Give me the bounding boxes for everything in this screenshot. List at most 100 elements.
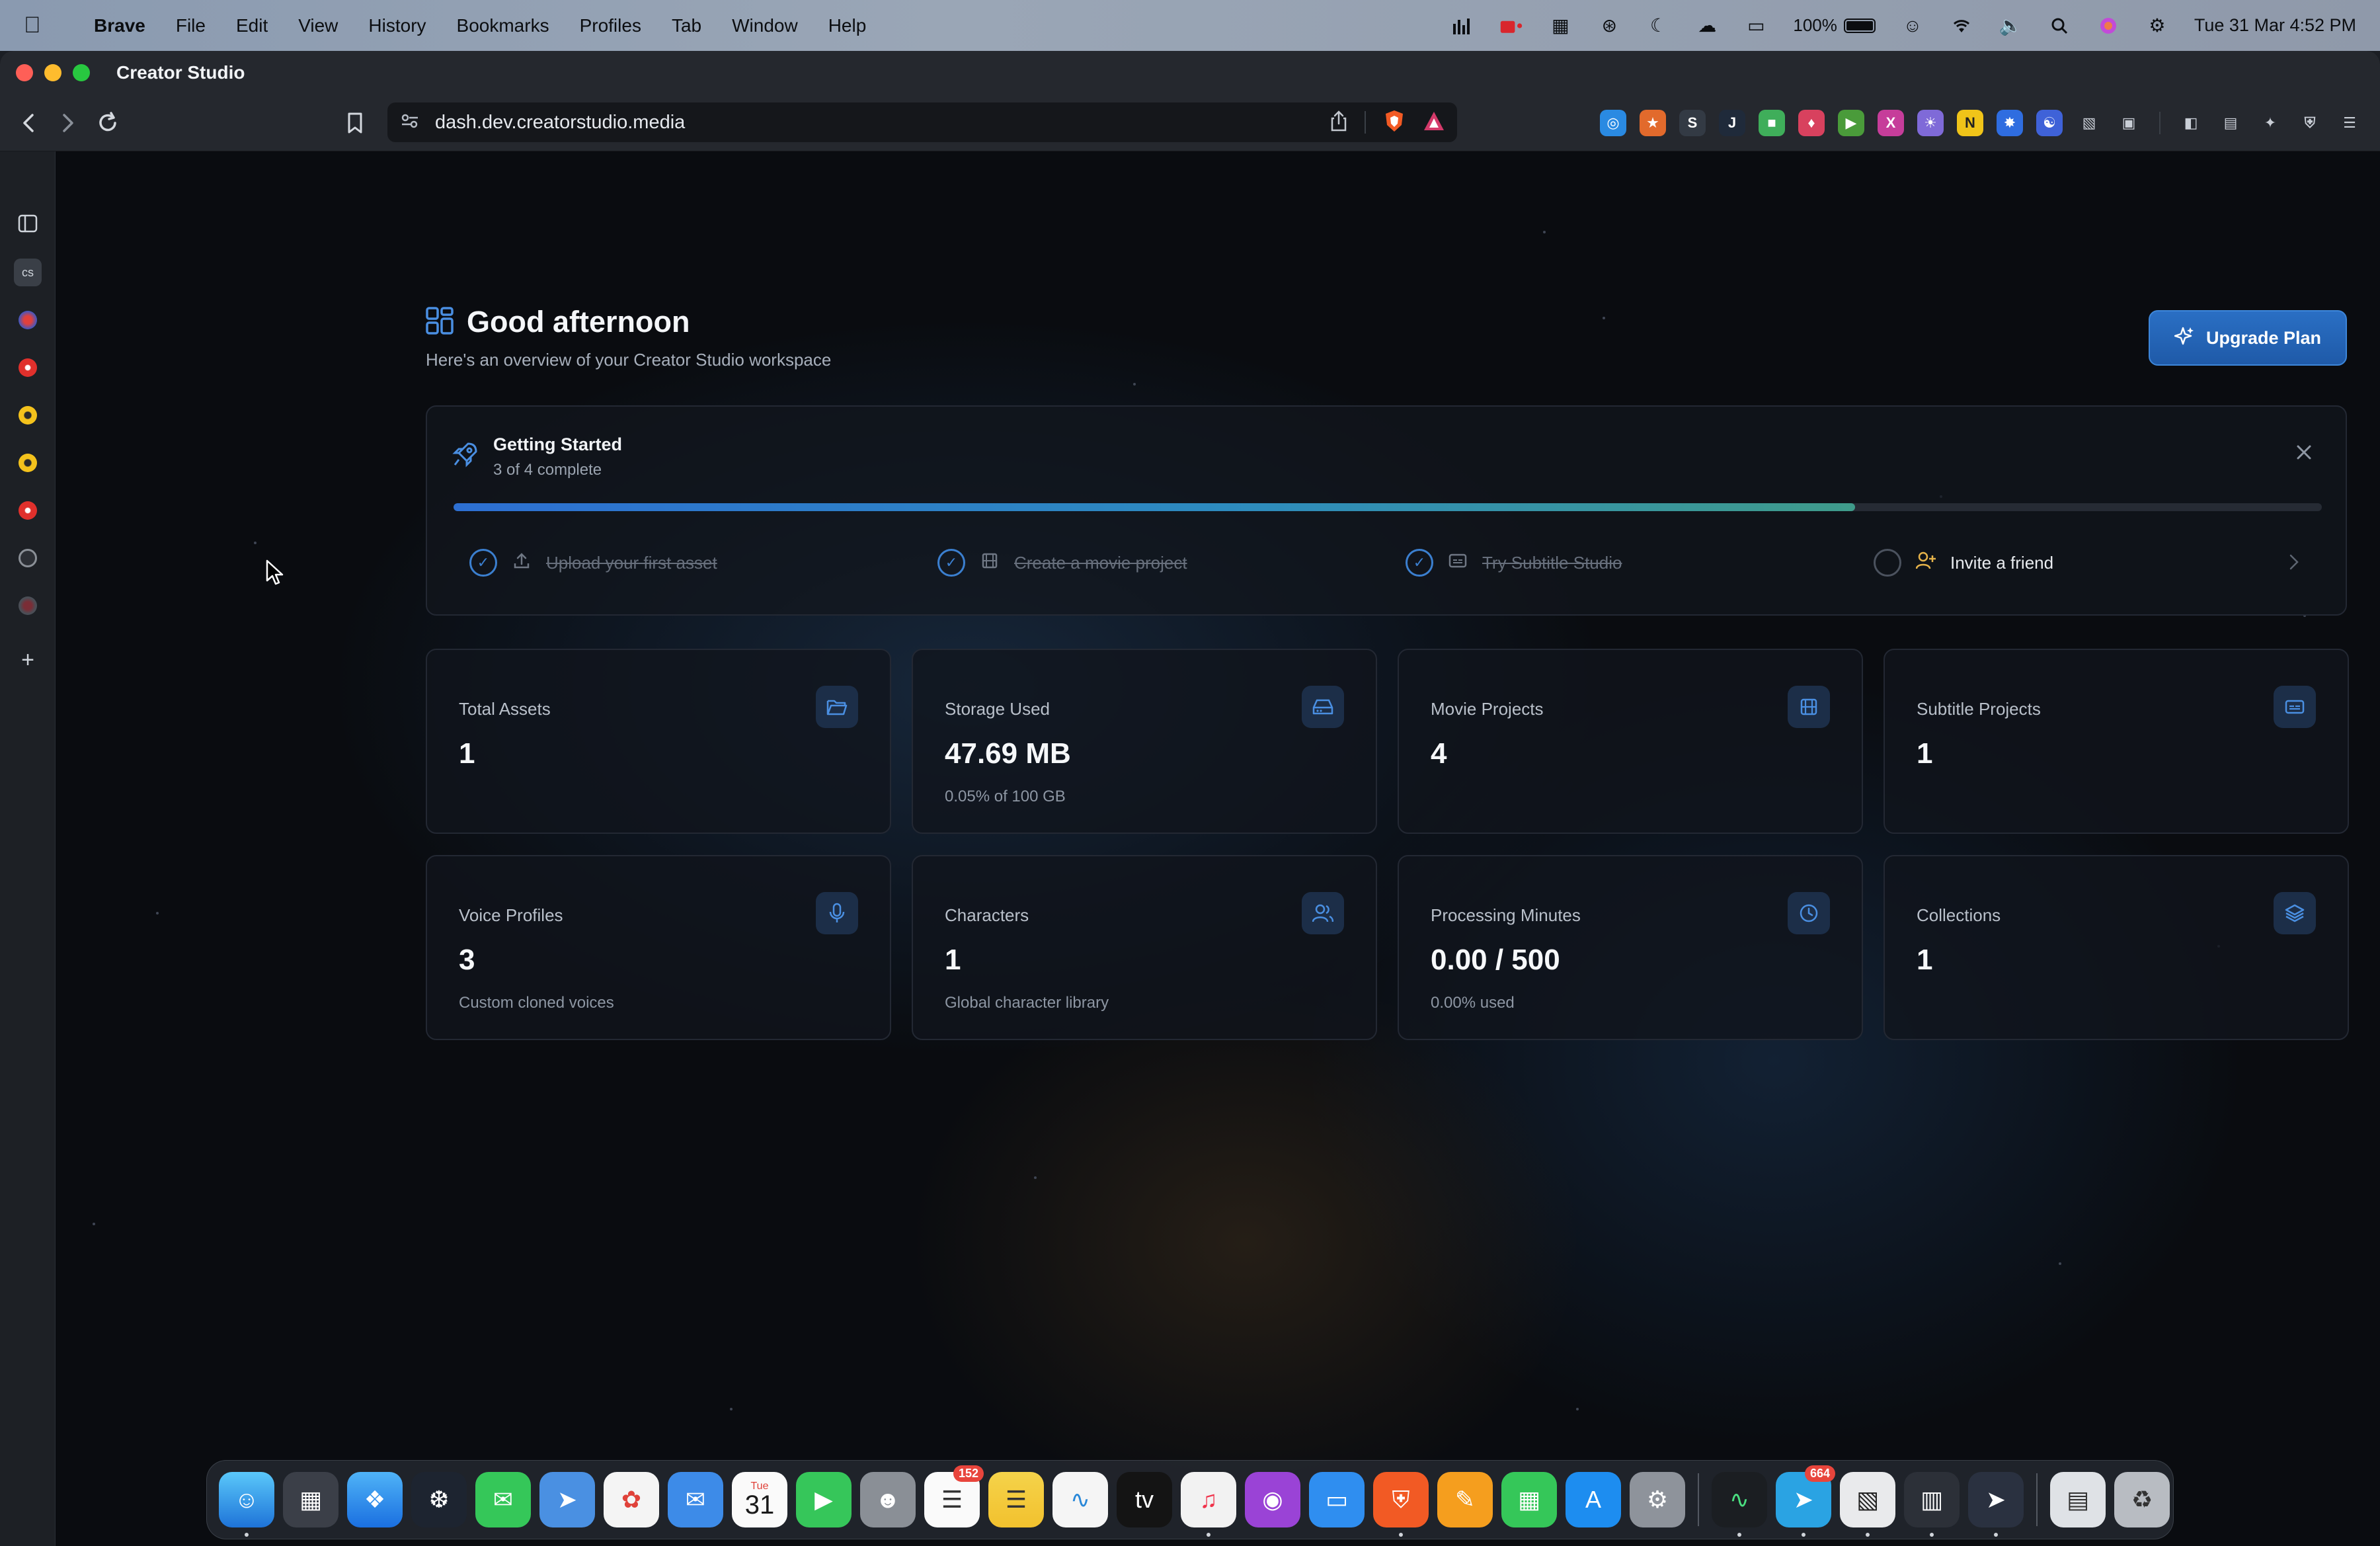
reload-button[interactable]	[91, 106, 124, 140]
upgrade-plan-button[interactable]: Upgrade Plan	[2149, 310, 2347, 366]
stat-card-storage-used[interactable]: Storage Used 47.69 MB 0.05% of 100 GB	[912, 649, 1377, 834]
launchpad-icon[interactable]: ▦	[283, 1472, 338, 1527]
address-bar[interactable]: dash.dev.creatorstudio.media	[387, 102, 1457, 142]
extension-1-icon[interactable]: ◎	[1600, 110, 1626, 136]
stat-card-processing-minutes[interactable]: Processing Minutes 0.00 / 500 0.00% used	[1398, 855, 1863, 1040]
spotlight-icon[interactable]	[2047, 16, 2071, 36]
record-icon[interactable]	[1499, 16, 1523, 36]
stat-card-total-assets[interactable]: Total Assets 1	[426, 649, 891, 834]
user-icon[interactable]: ☺	[1901, 15, 1924, 36]
siri-icon[interactable]	[2096, 16, 2120, 36]
menu-file[interactable]: File	[176, 15, 206, 36]
app-icon[interactable]: ▥	[1904, 1472, 1960, 1537]
extension-2-icon[interactable]: ★	[1640, 110, 1666, 136]
tab-6[interactable]	[14, 497, 42, 524]
menu-clock[interactable]: Tue 31 Mar 4:52 PM	[2194, 15, 2356, 36]
telegram-icon[interactable]: ➤ 664	[1776, 1465, 1835, 1537]
sidebar-panel-icon[interactable]	[14, 210, 42, 237]
back-button[interactable]	[12, 106, 45, 140]
safari-icon[interactable]: ❖	[347, 1472, 403, 1527]
leo-ai-icon[interactable]: ✦	[2257, 110, 2283, 136]
photos-icon[interactable]: ✿	[604, 1472, 659, 1527]
extension-4-icon[interactable]: J	[1719, 110, 1745, 136]
stat-card-movie-projects[interactable]: Movie Projects 4	[1398, 649, 1863, 834]
new-tab-plus-icon[interactable]: +	[14, 646, 42, 674]
maps-icon[interactable]: ➤	[539, 1472, 595, 1527]
close-window-button[interactable]	[16, 64, 33, 81]
messages-icon[interactable]: ✉	[475, 1472, 531, 1527]
pages-icon[interactable]: ✎	[1437, 1472, 1493, 1527]
step-upload-asset[interactable]: ✓ Upload your first asset	[469, 547, 717, 579]
downloads-folder-icon[interactable]: ▤	[2050, 1472, 2106, 1527]
app-icon[interactable]: ❆	[411, 1472, 467, 1527]
brave-rewards-icon[interactable]	[1423, 110, 1445, 135]
extension-9-icon[interactable]: ☀	[1917, 110, 1944, 136]
activity-monitor-icon[interactable]	[1450, 16, 1474, 36]
bookmark-icon[interactable]	[338, 106, 372, 140]
music-icon[interactable]: ♫	[1181, 1472, 1236, 1537]
menu-view[interactable]: View	[298, 15, 338, 36]
extensions-puzzle-icon[interactable]: ▧	[2076, 110, 2102, 136]
step-create-movie[interactable]: ✓ Create a movie project	[937, 547, 1187, 579]
menu-app-name[interactable]: Brave	[94, 15, 145, 36]
share-icon[interactable]	[1330, 110, 1347, 135]
stat-card-collections[interactable]: Collections 1	[1884, 855, 2349, 1040]
brave-shields-icon[interactable]	[1383, 109, 1406, 136]
menu-profiles[interactable]: Profiles	[580, 15, 641, 36]
volume-icon[interactable]: 🔈	[1999, 15, 2022, 36]
podcasts-icon[interactable]: ◉	[1245, 1472, 1300, 1527]
wifi-icon[interactable]	[1950, 16, 1973, 36]
step-invite-friend[interactable]: Invite a friend	[1874, 547, 2053, 579]
trash-icon[interactable]: ♻	[2114, 1472, 2170, 1527]
bluetooth-icon[interactable]: ⊛	[1597, 15, 1621, 36]
tab-7[interactable]	[14, 544, 42, 572]
menu-bookmarks[interactable]: Bookmarks	[457, 15, 549, 36]
control-center-icon[interactable]: ⚙	[2145, 15, 2169, 36]
tab-8[interactable]	[14, 592, 42, 620]
app-icon[interactable]: ▧	[1840, 1472, 1895, 1537]
step-try-subtitle[interactable]: ✓ Try Subtitle Studio	[1406, 547, 1622, 579]
apple-menu-icon[interactable]: 	[24, 13, 63, 38]
menu-tab[interactable]: Tab	[672, 15, 701, 36]
notes-icon[interactable]: ☰	[988, 1472, 1044, 1527]
site-settings-icon[interactable]	[401, 113, 419, 132]
chevron-right-icon[interactable]	[2289, 553, 2299, 575]
stat-card-subtitle-projects[interactable]: Subtitle Projects 1	[1884, 649, 2349, 834]
stat-card-characters[interactable]: Characters 1 Global character library	[912, 855, 1377, 1040]
extension-11-icon[interactable]: ✸	[1997, 110, 2023, 136]
extension-8-icon[interactable]: X	[1878, 110, 1904, 136]
menu-history[interactable]: History	[368, 15, 426, 36]
reminders-icon[interactable]: ☰ 152	[924, 1465, 984, 1527]
tab-4[interactable]	[14, 401, 42, 429]
app-icon[interactable]: ➤	[1968, 1472, 2024, 1537]
wallet-icon[interactable]: ▤	[2217, 110, 2244, 136]
menu-window[interactable]: Window	[732, 15, 798, 36]
moon-icon[interactable]: ☾	[1646, 15, 1670, 36]
zoom-window-button[interactable]	[73, 64, 90, 81]
contacts-icon[interactable]: ☻	[860, 1472, 916, 1527]
facetime-icon[interactable]: ▶	[796, 1472, 852, 1527]
stat-card-voice-profiles[interactable]: Voice Profiles 3 Custom cloned voices	[426, 855, 891, 1040]
app-store-icon[interactable]: A	[1566, 1472, 1621, 1527]
calendar-icon[interactable]: Tue 31	[732, 1472, 787, 1527]
menu-edit[interactable]: Edit	[236, 15, 268, 36]
tab-3[interactable]	[14, 354, 42, 382]
screen-mirror-icon[interactable]: ▭	[1744, 15, 1768, 36]
sidebar-toggle-icon[interactable]: ◧	[2178, 110, 2204, 136]
extension-5-icon[interactable]: ■	[1759, 110, 1785, 136]
finder-icon[interactable]: ☺	[219, 1472, 274, 1537]
forward-button[interactable]	[52, 106, 85, 140]
keynote-icon[interactable]: ▭	[1309, 1472, 1365, 1527]
cloud-icon[interactable]: ☁	[1695, 15, 1719, 36]
tab-2[interactable]	[14, 306, 42, 334]
screenshot-icon[interactable]: ▣	[2116, 110, 2142, 136]
close-icon[interactable]	[2295, 444, 2313, 466]
vpn-icon[interactable]: ⛨	[2297, 110, 2323, 136]
battery-status[interactable]: 100%	[1793, 15, 1876, 36]
freeform-icon[interactable]: ∿	[1052, 1472, 1108, 1527]
menu-icon[interactable]: ☰	[2336, 110, 2363, 136]
brave-browser-icon[interactable]: ⛨	[1373, 1472, 1429, 1537]
display-icon[interactable]: ▦	[1548, 15, 1572, 36]
numbers-icon[interactable]: ▦	[1501, 1472, 1557, 1527]
tab-creator-studio[interactable]: cs	[14, 259, 42, 286]
